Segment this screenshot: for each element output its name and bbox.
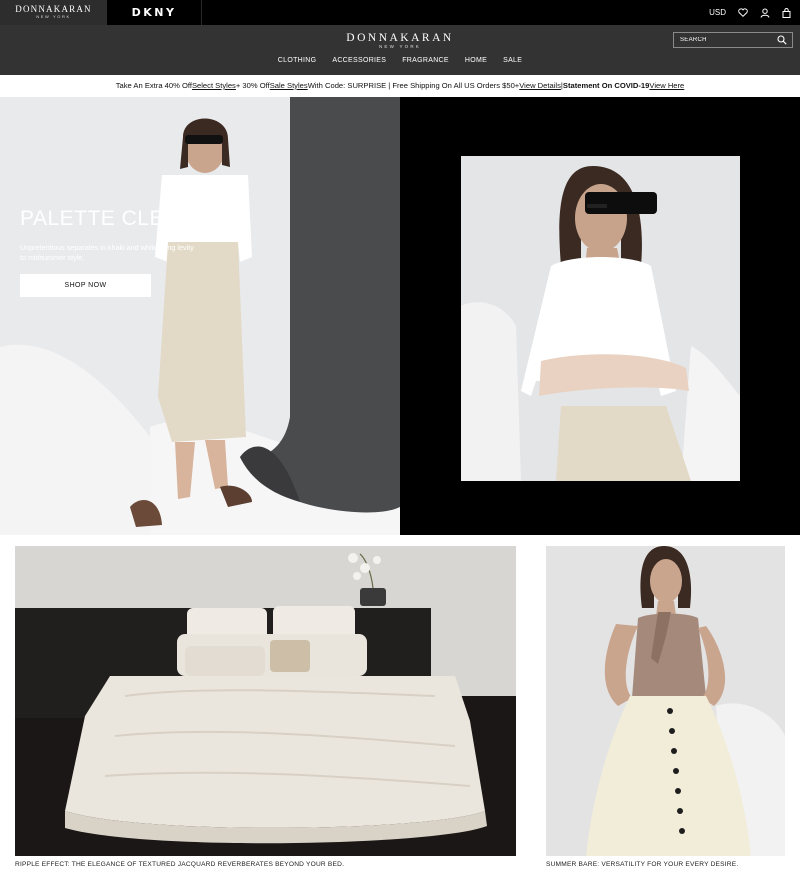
search-icon[interactable] bbox=[777, 35, 787, 45]
promo-text-3: With Code: SURPRISE | Free Shipping On A… bbox=[307, 81, 520, 90]
shop-now-button[interactable]: SHOP NOW bbox=[20, 274, 151, 297]
nav-clothing[interactable]: CLOTHING bbox=[270, 57, 325, 64]
bedding-caption[interactable]: RIPPLE EFFECT: THE ELEGANCE OF TEXTURED … bbox=[15, 861, 344, 868]
currency-selector[interactable]: USD bbox=[709, 8, 726, 17]
nav-home[interactable]: HOME bbox=[457, 57, 495, 64]
promo-text-1: Take An Extra 40% Off bbox=[115, 81, 192, 90]
skirt-caption[interactable]: SUMMER BARE: VERSATILITY FOR YOUR EVERY … bbox=[546, 861, 738, 868]
hero-subtitle: Unpretentious separates in khaki and whi… bbox=[20, 243, 194, 262]
promo-link-view-here[interactable]: View Here bbox=[649, 81, 684, 90]
promo-covid-statement: Statement On COVID-19 bbox=[562, 81, 650, 90]
hero-right-panel[interactable] bbox=[400, 97, 800, 535]
promo-link-view-details[interactable]: View Details bbox=[519, 81, 561, 90]
nav-sale[interactable]: SALE bbox=[495, 57, 530, 64]
skirt-model-illustration bbox=[546, 546, 785, 856]
dkny-brand-tab[interactable]: DKNY bbox=[107, 0, 202, 25]
donna-karan-brand-tab[interactable]: DONNAKARAN NEW YORK bbox=[0, 0, 107, 25]
search-box bbox=[673, 32, 793, 48]
hero-title: PALETTE CLEANSER bbox=[20, 207, 239, 230]
bedding-illustration bbox=[15, 546, 516, 856]
hero-left-image[interactable]: PALETTE CLEANSER Unpretentious separates… bbox=[0, 97, 400, 535]
hero-model-illustration bbox=[0, 97, 400, 535]
main-nav: CLOTHING ACCESSORIES FRAGRANCE HOME SALE bbox=[0, 57, 800, 64]
promo-link-sale-styles[interactable]: Sale Styles bbox=[270, 81, 308, 90]
portrait-illustration bbox=[461, 156, 740, 481]
brand-bar: DONNAKARAN NEW YORK DKNY USD bbox=[0, 0, 800, 25]
hero-portrait-image bbox=[461, 156, 740, 481]
nav-fragrance[interactable]: FRAGRANCE bbox=[394, 57, 457, 64]
promo-text-2: + 30% Off bbox=[235, 81, 270, 90]
donna-karan-tab-logo: DONNAKARAN bbox=[15, 4, 92, 14]
promo-banner: Take An Extra 40% Off Select Styles + 30… bbox=[0, 75, 800, 96]
donna-karan-tab-subtitle: NEW YORK bbox=[36, 14, 71, 19]
promo-link-select-styles[interactable]: Select Styles bbox=[192, 81, 236, 90]
shopping-bag-icon[interactable] bbox=[781, 7, 792, 18]
utility-nav: USD bbox=[709, 0, 792, 25]
hero-banner: PALETTE CLEANSER Unpretentious separates… bbox=[0, 97, 800, 535]
search-input[interactable] bbox=[680, 37, 775, 43]
bedding-tile-image[interactable] bbox=[15, 546, 516, 856]
user-icon[interactable] bbox=[759, 7, 770, 18]
site-header: DONNAKARAN NEW YORK CLOTHING ACCESSORIES… bbox=[0, 25, 800, 75]
skirt-tile-image[interactable] bbox=[546, 546, 785, 856]
heart-icon[interactable] bbox=[737, 7, 748, 18]
nav-accessories[interactable]: ACCESSORIES bbox=[324, 57, 394, 64]
